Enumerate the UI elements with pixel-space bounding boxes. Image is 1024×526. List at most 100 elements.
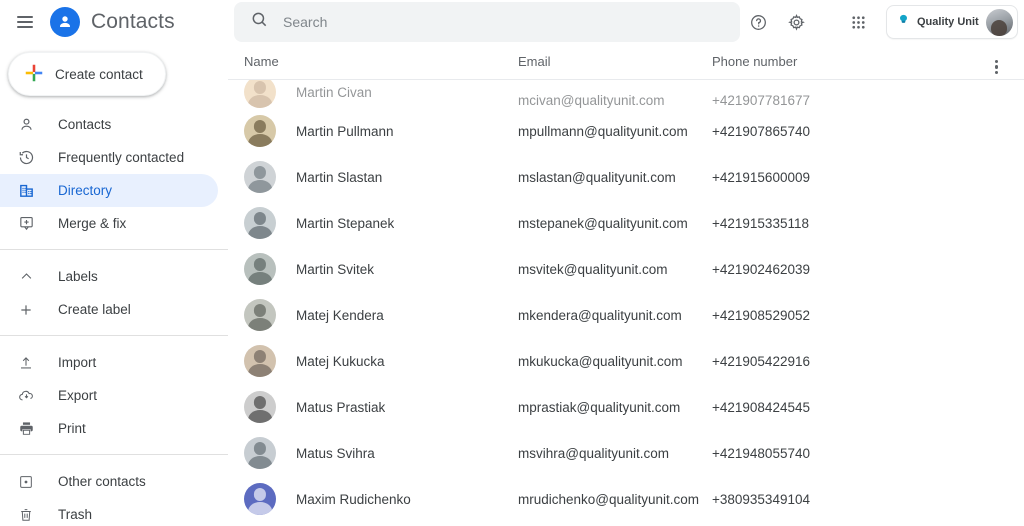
- contact-name: Martin Slastan: [296, 169, 383, 185]
- contact-name: Matej Kukucka: [296, 353, 385, 369]
- table-row[interactable]: Martin Stepanek mstepanek@qualityunit.com…: [228, 200, 1024, 246]
- avatar: [244, 207, 276, 239]
- sidebar-item-label: Labels: [58, 269, 98, 284]
- avatar-body: [248, 409, 272, 423]
- table-row[interactable]: Matus Svihra msvihra@qualityunit.com +4219…: [228, 430, 1024, 476]
- contact-phone: +421948055740: [712, 445, 810, 461]
- gear-icon[interactable]: [778, 4, 814, 40]
- avatar-body: [248, 455, 272, 469]
- sidebar-item-label: Export: [58, 388, 98, 403]
- avatar-body: [248, 271, 272, 285]
- contact-name-cell: Martin Svitek: [228, 253, 518, 285]
- contact-phone: +421907781677: [712, 93, 810, 108]
- contact-phone: +421915335118: [712, 215, 809, 231]
- building-directory-icon: [16, 181, 36, 201]
- sidebar-item-label: Directory: [58, 183, 113, 198]
- column-header-phone[interactable]: Phone number: [712, 54, 942, 69]
- hamburger-bars: [17, 16, 33, 28]
- avatar: [244, 253, 276, 285]
- contacts-person-icon: [50, 7, 80, 37]
- top-actions: Quality Unit: [740, 4, 1018, 40]
- nav-group-labels: Labels Create label: [0, 258, 228, 326]
- avatar: [244, 483, 276, 515]
- sidebar-item-create-label[interactable]: Create label: [0, 293, 218, 326]
- sidebar-item-label: Import: [58, 355, 97, 370]
- avatar-head: [253, 304, 267, 317]
- table-row[interactable]: Matej Kendera mkendera@qualityunit.com +42…: [228, 292, 1024, 338]
- contact-email: msvihra@qualityunit.com: [518, 445, 670, 461]
- overflow-dots: [995, 59, 999, 75]
- sidebar-item-label: Other contacts: [58, 474, 146, 489]
- avatar-body: [248, 94, 272, 108]
- contact-name: Matus Prastiak: [296, 399, 386, 415]
- table-row[interactable]: Matus Prastiak mprastiak@qualityunit.com +…: [228, 384, 1024, 430]
- table-row[interactable]: Maxim Rudichenko mrudichenko@qualityunit.…: [228, 476, 1024, 522]
- search-icon: [250, 10, 269, 34]
- create-contact-button[interactable]: Create contact: [8, 52, 166, 96]
- avatar-body: [248, 179, 272, 193]
- avatar: [244, 80, 276, 108]
- avatar-head: [253, 258, 267, 271]
- apps-grid-icon[interactable]: [840, 4, 876, 40]
- search-box[interactable]: [234, 2, 740, 42]
- avatar: [244, 391, 276, 423]
- sidebar-item-contacts[interactable]: Contacts: [0, 108, 218, 141]
- sidebar-item-labels[interactable]: Labels: [0, 260, 218, 293]
- contact-phone: +421907865740: [712, 123, 810, 139]
- person-outline-icon: [16, 115, 36, 135]
- table-row[interactable]: Martin Civan mcivan@qualityunit.com +42190…: [228, 80, 1024, 108]
- contact-email: mprastiak@qualityunit.com: [518, 399, 681, 415]
- sidebar-item-import[interactable]: Import: [0, 346, 218, 379]
- avatar: [985, 8, 1013, 36]
- sidebar: Contacts Create contact Contacts Frequen…: [0, 0, 228, 526]
- more-vert-icon[interactable]: [980, 50, 1014, 84]
- sidebar-item-export[interactable]: Export: [0, 379, 218, 412]
- sidebar-item-label: Contacts: [58, 117, 112, 132]
- contact-name-cell: Martin Pullmann: [228, 115, 518, 147]
- sidebar-item-other-contacts[interactable]: Other contacts: [0, 465, 218, 498]
- sidebar-item-directory[interactable]: Directory: [0, 174, 218, 207]
- table-row[interactable]: Matej Kukucka mkukucka@qualityunit.com +42…: [228, 338, 1024, 384]
- sidebar-item-print[interactable]: Print: [0, 412, 218, 445]
- account-chip[interactable]: Quality Unit: [886, 5, 1018, 39]
- contact-name-cell: Martin Civan: [228, 80, 518, 108]
- contacts-app: Contacts Create contact Contacts Frequen…: [0, 0, 1024, 526]
- sidebar-item-trash[interactable]: Trash: [0, 498, 218, 526]
- avatar-body: [248, 363, 272, 377]
- table-row[interactable]: Martin Svitek msvitek@qualityunit.com +421…: [228, 246, 1024, 292]
- contact-phone: +380935349104: [712, 491, 810, 507]
- sidebar-item-label: Create label: [58, 302, 131, 317]
- merge-fix-icon: [16, 214, 36, 234]
- brand-bar: Contacts: [0, 0, 228, 44]
- avatar-body: [248, 501, 272, 515]
- avatar-head: [253, 396, 267, 409]
- contact-name-cell: Matej Kukucka: [228, 345, 518, 377]
- search-input[interactable]: [283, 14, 724, 30]
- sidebar-item-label: Print: [58, 421, 86, 436]
- table-header: Name Email Phone number: [228, 44, 1024, 80]
- hamburger-menu-icon[interactable]: [8, 5, 42, 39]
- contact-phone: +421902462039: [712, 261, 810, 277]
- avatar-head: [253, 166, 267, 179]
- table-row[interactable]: Martin Pullmann mpullmann@qualityunit.com…: [228, 108, 1024, 154]
- history-clock-icon: [16, 148, 36, 168]
- sidebar-item-frequently-contacted[interactable]: Frequently contacted: [0, 141, 218, 174]
- avatar-head: [253, 120, 267, 133]
- nav-group-other: Other contacts Trash: [0, 463, 228, 526]
- avatar-head: [253, 488, 267, 501]
- sidebar-item-label: Merge & fix: [58, 216, 127, 231]
- other-contacts-icon: [16, 472, 36, 492]
- plus-icon: [16, 300, 36, 320]
- contact-name-cell: Matus Prastiak: [228, 391, 518, 423]
- printer-icon: [16, 419, 36, 439]
- contact-phone: +421908529052: [712, 307, 810, 323]
- contacts-list[interactable]: Martin Civan mcivan@qualityunit.com +42190…: [228, 80, 1024, 526]
- contact-phone: +421905422916: [712, 353, 810, 369]
- column-header-name[interactable]: Name: [228, 54, 518, 69]
- table-row[interactable]: Martin Slastan mslastan@qualityunit.com +4…: [228, 154, 1024, 200]
- contact-name: Maxim Rudichenko: [296, 491, 411, 507]
- help-icon[interactable]: [740, 4, 776, 40]
- sidebar-item-merge-and-fix[interactable]: Merge & fix: [0, 207, 218, 240]
- avatar-body: [248, 133, 272, 147]
- column-header-email[interactable]: Email: [518, 54, 712, 69]
